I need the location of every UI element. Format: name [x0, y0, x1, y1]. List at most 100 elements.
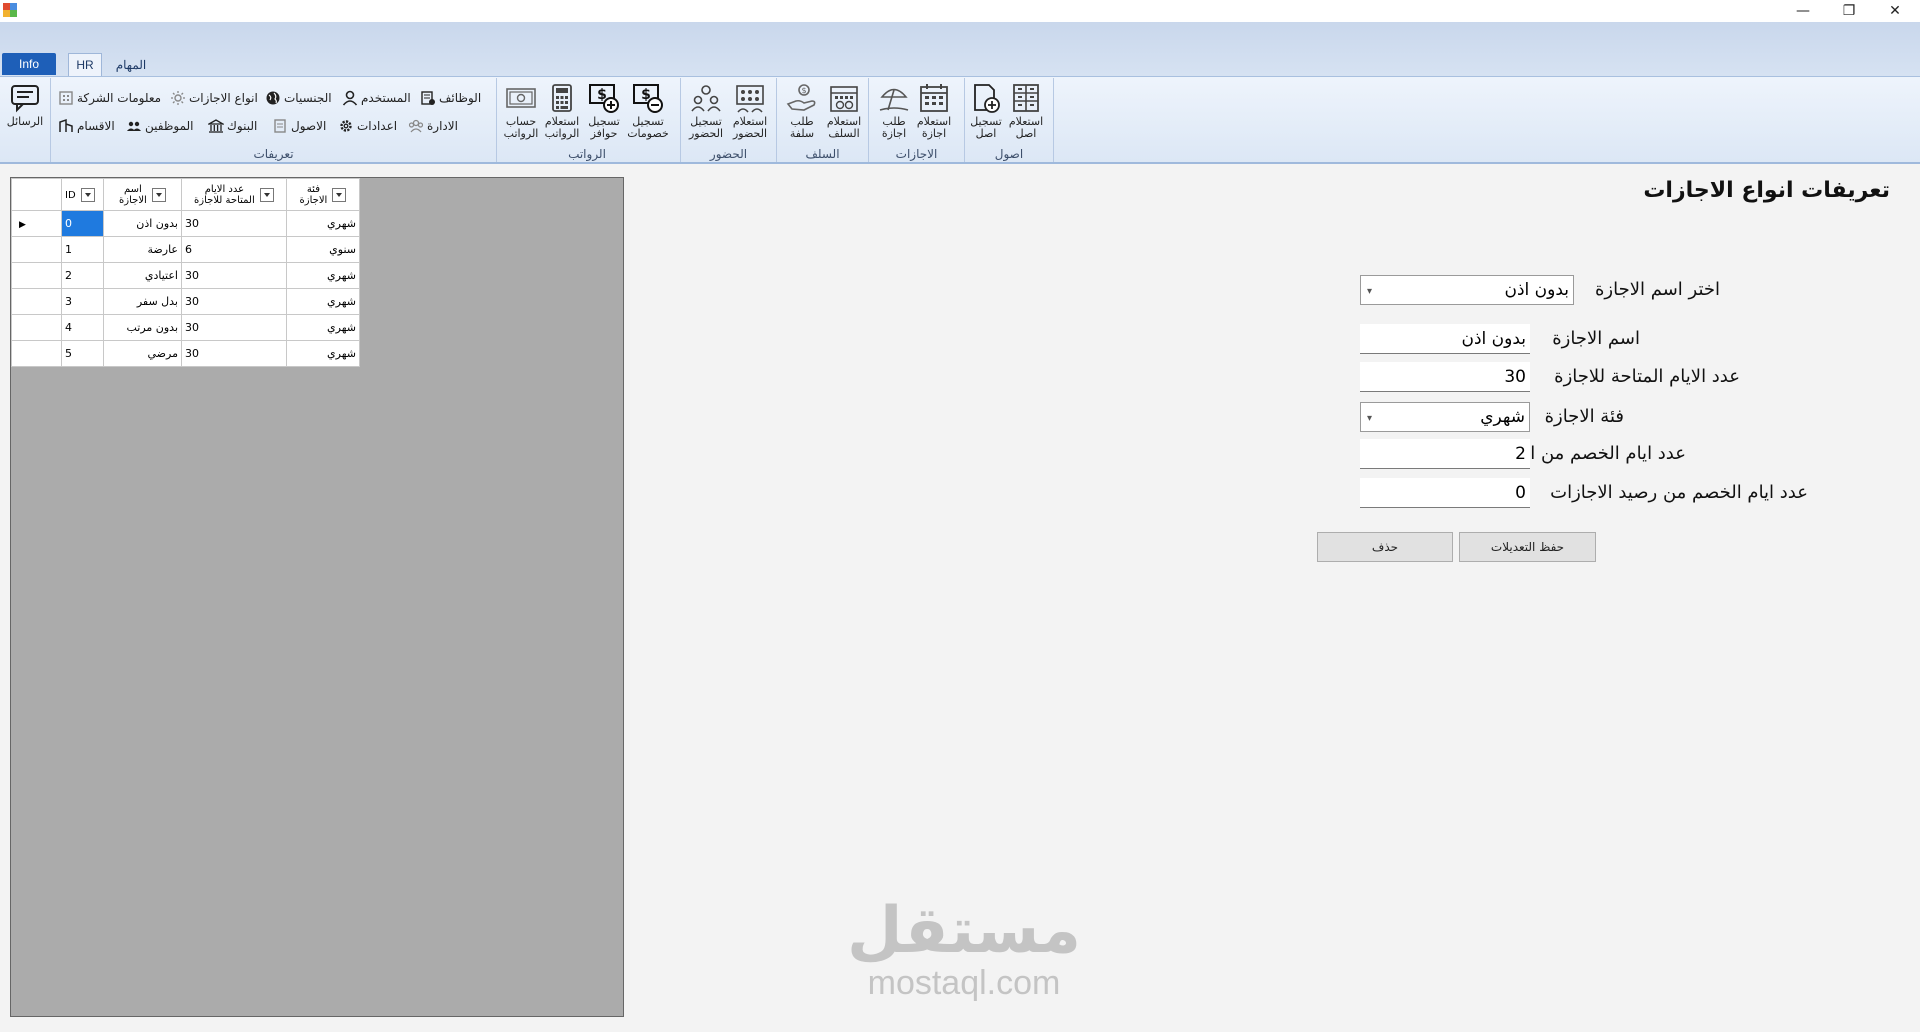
tab-info[interactable]: Info [2, 53, 56, 75]
filter-dropdown-icon[interactable] [259, 187, 274, 202]
cell-days[interactable]: 30 [181, 288, 287, 315]
header-days-line2: المتاحة للاجازة [194, 194, 255, 206]
user-button[interactable]: المستخدم [342, 88, 411, 108]
select-leave-dropdown[interactable]: بدون اذن ▾ [1360, 275, 1574, 305]
cell-name[interactable]: عارضة [103, 236, 182, 263]
category-label: فئة الاجازة [1544, 406, 1624, 427]
cell-name[interactable]: بدون اذن [103, 210, 182, 237]
save-changes-button[interactable]: حفظ التعديلات [1459, 532, 1596, 562]
cell-id[interactable]: 1 [61, 236, 104, 263]
filter-dropdown-icon[interactable] [151, 187, 166, 202]
jobs-button[interactable]: الوظائف [420, 88, 481, 108]
chevron-down-icon: ▾ [1367, 413, 1373, 424]
query-leave-button[interactable]: استعلام اجازة [912, 82, 956, 144]
row-header[interactable] [11, 236, 62, 263]
tab-tasks[interactable]: المهام [110, 53, 152, 76]
leave-types-button[interactable]: انواع الاجازات [170, 88, 258, 108]
leave-types-label: انواع الاجازات [189, 91, 258, 105]
cell-days[interactable]: 30 [181, 262, 287, 289]
company-info-button[interactable]: معلومات الشركة [58, 88, 161, 108]
cell-category[interactable]: شهري [286, 288, 360, 315]
header-name[interactable]: اسم الاجازة [103, 178, 182, 211]
query-asset-button[interactable]: استعلام اصل [1004, 82, 1048, 144]
administration-icon [408, 119, 424, 133]
register-asset-button[interactable]: تسجيل اصل [964, 82, 1008, 144]
table-row[interactable]: 3 بدل سفر 30 شهري [11, 288, 360, 315]
settings-button[interactable]: اعدادات [338, 116, 397, 136]
row-header[interactable] [11, 340, 62, 367]
cell-category[interactable]: شهري [286, 340, 360, 367]
register-incentives-button[interactable]: $ تسجيل حوافز [582, 82, 626, 144]
cell-name[interactable]: بدل سفر [103, 288, 182, 315]
row-header-current[interactable]: ▶ [11, 210, 62, 237]
query-advances-button[interactable]: استعلام السلف [822, 82, 866, 144]
salary-deduction-input[interactable]: 2 [1360, 439, 1530, 469]
cell-id[interactable]: 0 [61, 210, 104, 237]
minimize-button[interactable]: — [1780, 0, 1826, 22]
messages-button[interactable]: الرسائل [4, 82, 46, 144]
close-button[interactable]: ✕ [1872, 0, 1918, 22]
cell-days[interactable]: 30 [181, 210, 287, 237]
cell-name[interactable]: مرضي [103, 340, 182, 367]
query-salaries-button[interactable]: استعلام الرواتب [540, 82, 584, 144]
register-incentives-label-2: حوافز [590, 127, 618, 140]
departments-button[interactable]: الاقسام [58, 116, 115, 136]
request-leave-label-2: اجازة [881, 127, 907, 140]
cell-name[interactable]: اعتيادي [103, 262, 182, 289]
assets-menu-button[interactable]: الاصول [272, 116, 326, 136]
leave-name-input[interactable]: بدون اذن [1360, 324, 1530, 354]
query-advances-label-2: السلف [828, 127, 860, 140]
available-days-input[interactable]: 30 [1360, 362, 1530, 392]
filter-dropdown-icon[interactable] [332, 187, 347, 202]
calc-salaries-button[interactable]: حساب الرواتب [499, 82, 543, 144]
table-row[interactable]: 2 اعتيادي 30 شهري [11, 262, 360, 289]
cell-id[interactable]: 4 [61, 314, 104, 341]
table-row[interactable]: 1 عارضة 6 سنوي [11, 236, 360, 263]
cell-category[interactable]: سنوي [286, 236, 360, 263]
row-header[interactable] [11, 288, 62, 315]
register-deductions-button[interactable]: $ تسجيل خصومات [626, 82, 670, 144]
cell-days[interactable]: 30 [181, 340, 287, 367]
cell-id[interactable]: 2 [61, 262, 104, 289]
table-row[interactable]: 4 بدون مرتب 30 شهري [11, 314, 360, 341]
header-category[interactable]: فئة الاجازة [286, 178, 360, 211]
balance-deduction-input[interactable]: 0 [1360, 478, 1530, 508]
globe-icon [266, 91, 280, 105]
calendar-icon [920, 84, 948, 112]
cell-id[interactable]: 5 [61, 340, 104, 367]
header-name-line1: اسم [124, 183, 142, 195]
category-dropdown[interactable]: شهري ▾ [1360, 402, 1530, 432]
cell-id[interactable]: 3 [61, 288, 104, 315]
cell-category[interactable]: شهري [286, 314, 360, 341]
cell-category[interactable]: شهري [286, 262, 360, 289]
query-leave-label-2: اجازة [921, 127, 947, 140]
request-advance-button[interactable]: $ طلب سلفة [780, 82, 824, 144]
request-leave-button[interactable]: طلب اجازة [872, 82, 916, 144]
cell-category[interactable]: شهري [286, 210, 360, 237]
leave-types-grid[interactable]: ID اسم الاجازة عدد الايام المتاحة للاجازة … [10, 177, 624, 1017]
cash-icon [506, 88, 536, 108]
delete-button[interactable]: حذف [1317, 532, 1453, 562]
banks-button[interactable]: البنوك [208, 116, 257, 136]
group-label-definitions: تعريفات [253, 147, 294, 161]
row-header[interactable] [11, 314, 62, 341]
administration-button[interactable]: الادارة [408, 116, 458, 136]
register-attendance-button[interactable]: تسجيل الحضور [684, 82, 728, 144]
table-row[interactable]: ▶ 0 بدون اذن 30 شهري [11, 210, 360, 237]
tab-hr[interactable]: HR [68, 53, 102, 76]
cell-name[interactable]: بدون مرتب [103, 314, 182, 341]
query-attendance-button[interactable]: استعلام الحضور [728, 82, 772, 144]
svg-text:$: $ [801, 86, 806, 95]
nationalities-button[interactable]: الجنسيات [265, 88, 332, 108]
restore-button[interactable]: ❐ [1826, 0, 1872, 22]
header-days[interactable]: عدد الايام المتاحة للاجازة [181, 178, 287, 211]
header-id[interactable]: ID [61, 178, 104, 211]
table-row[interactable]: 5 مرضي 30 شهري [11, 340, 360, 367]
cell-days[interactable]: 30 [181, 314, 287, 341]
employees-label: الموظفين [145, 119, 194, 133]
employees-button[interactable]: الموظفين [126, 116, 194, 136]
filter-dropdown-icon[interactable] [80, 187, 95, 202]
row-header[interactable] [11, 262, 62, 289]
cell-days[interactable]: 6 [181, 236, 287, 263]
user-label: المستخدم [361, 91, 411, 105]
